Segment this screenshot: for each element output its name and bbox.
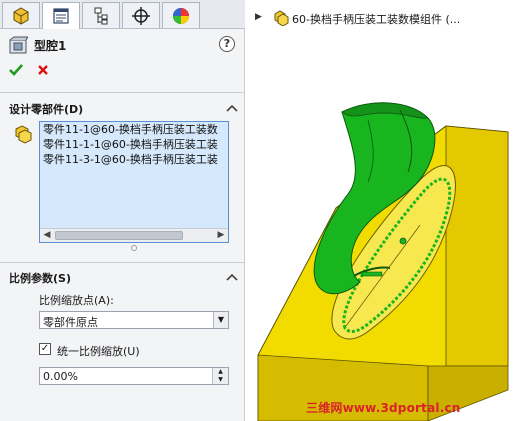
configuration-manager-tab[interactable] xyxy=(82,2,120,28)
feature-title: 型腔1 xyxy=(34,39,67,53)
configuration-icon xyxy=(94,7,108,24)
components-items: 零件11-1@60-换档手柄压装工装数 零件11-1-1@60-换档手柄压装工装… xyxy=(40,122,228,228)
cube-icon xyxy=(13,6,29,25)
scroll-thumb[interactable] xyxy=(55,231,183,240)
resize-grip[interactable] xyxy=(131,245,137,251)
dropdown-arrow-icon[interactable]: ▼ xyxy=(213,312,228,328)
list-item[interactable]: 零件11-1-1@60-换档手柄压装工装 xyxy=(40,137,228,152)
cavity-feature-icon xyxy=(9,36,28,54)
ok-check-icon[interactable] xyxy=(9,63,23,77)
screen: 型腔1 ? 设计零部件(D) 零件11-1@60-换档手柄压装工装数 零件11-… xyxy=(0,0,524,421)
scroll-left-icon[interactable]: ◀ xyxy=(40,229,54,242)
scale-value-field[interactable]: 0.00% ▲ ▼ xyxy=(39,367,229,385)
help-button[interactable]: ? xyxy=(219,36,235,52)
scale-value: 0.00% xyxy=(43,370,78,383)
spin-down-icon[interactable]: ▼ xyxy=(213,376,228,384)
assembly-tree-label[interactable]: 60-换档手柄压装工装数模组件 (... xyxy=(292,11,460,27)
divider xyxy=(0,262,245,263)
spin-up-icon[interactable]: ▲ xyxy=(213,368,228,376)
dimxpert-tab[interactable] xyxy=(122,2,160,28)
collapse-chevron-icon[interactable] xyxy=(226,103,238,113)
color-wheel-icon xyxy=(173,7,189,24)
uniform-scale-checkbox[interactable]: ✓ xyxy=(39,343,51,355)
scale-point-label: 比例缩放点(A): xyxy=(39,294,114,307)
crosshair-icon xyxy=(132,6,150,25)
property-manager-tab[interactable] xyxy=(42,2,80,29)
property-sheet-icon xyxy=(53,8,69,24)
design-components-title: 设计零部件(D) xyxy=(9,103,84,116)
spin-buttons: ▲ ▼ xyxy=(212,368,228,384)
scale-point-select[interactable]: 零部件原点 ▼ xyxy=(39,311,229,329)
divider xyxy=(0,92,245,93)
display-manager-tab[interactable] xyxy=(162,2,200,28)
component-list-icon xyxy=(15,125,32,144)
mold-model-view[interactable] xyxy=(250,90,524,421)
horizontal-scrollbar[interactable]: ◀ ▶ xyxy=(40,228,228,242)
list-item[interactable]: 零件11-3-1@60-换档手柄压装工装 xyxy=(40,152,228,167)
scroll-right-icon[interactable]: ▶ xyxy=(214,229,228,242)
manager-tabs xyxy=(0,0,245,29)
collapse-chevron-icon[interactable] xyxy=(226,272,238,282)
cancel-x-icon[interactable] xyxy=(36,63,50,77)
feature-manager-tab[interactable] xyxy=(2,2,40,28)
property-manager-panel: 型腔1 ? 设计零部件(D) 零件11-1@60-换档手柄压装工装数 零件11-… xyxy=(0,0,245,421)
scale-point-value: 零部件原点 xyxy=(43,316,98,329)
scale-params-title: 比例参数(S) xyxy=(9,272,71,285)
expand-arrow-icon[interactable]: ▶ xyxy=(255,12,262,22)
watermark-text: 三维网www.3dportal.cn xyxy=(306,401,461,415)
list-item[interactable]: 零件11-1@60-换档手柄压装工装数 xyxy=(40,122,228,137)
assembly-icon xyxy=(274,10,289,26)
uniform-scale-label: 统一比例缩放(U) xyxy=(57,345,140,358)
design-components-list[interactable]: 零件11-1@60-换档手柄压装工装数 零件11-1-1@60-换档手柄压装工装… xyxy=(39,121,229,243)
